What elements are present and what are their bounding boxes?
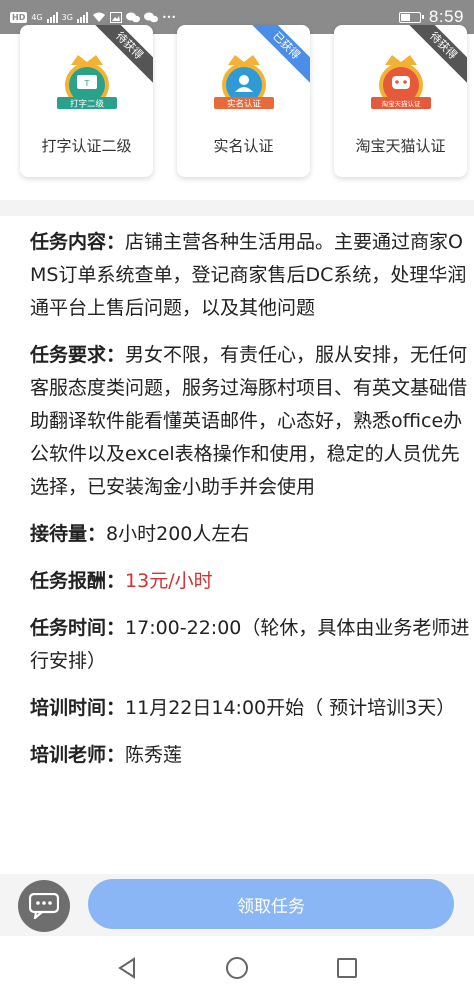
signal-icon-2 xyxy=(76,11,88,23)
image-notification-icon xyxy=(109,11,122,23)
chat-bubble-icon xyxy=(29,893,59,919)
training-time-label: 培训时间： xyxy=(30,697,126,719)
wechat-icon-2 xyxy=(143,12,158,22)
badge-card-taobao[interactable]: 待获得 淘宝天猫认证 淘宝天猫认证 xyxy=(334,25,467,177)
badge-icon-text: 打字二级 xyxy=(69,99,104,110)
realname-badge-icon: 实名认证 xyxy=(213,55,274,110)
network-type-2: 3G xyxy=(61,12,73,22)
hd-indicator: HD xyxy=(10,11,28,23)
badge-name: 实名认证 xyxy=(213,137,274,155)
trainer-value: 陈秀莲 xyxy=(125,744,183,766)
section-divider xyxy=(0,200,474,216)
trainer-label: 培训老师： xyxy=(30,744,126,766)
task-volume-value: 8小时200人左右 xyxy=(106,523,250,545)
badge-name: 打字认证二级 xyxy=(41,137,132,155)
action-bar: 领取任务 xyxy=(0,874,474,936)
chat-button[interactable] xyxy=(18,880,70,932)
recents-square-icon xyxy=(337,958,357,978)
task-content: 任务内容：店铺主营各种生活用品。主要通过商家OMS订单系统查单，登记商家售后DC… xyxy=(30,226,470,325)
system-nav-bar xyxy=(0,936,474,1000)
task-reward-value: 13元/小时 xyxy=(125,570,213,592)
badge-icon-text: 实名认证 xyxy=(226,99,261,110)
network-type-1: 4G xyxy=(31,12,43,22)
battery-icon xyxy=(398,11,424,23)
battery-fill xyxy=(400,13,410,21)
task-requirement-value: 男女不限，有责任心，服从安排，无任何客服态度类问题，服务过海豚村项目、有英文基础… xyxy=(30,344,468,498)
recents-button[interactable] xyxy=(332,953,362,983)
back-button[interactable] xyxy=(112,953,142,983)
badge-name: 淘宝天猫认证 xyxy=(355,137,446,155)
status-left: HD 4G 3G ••• xyxy=(10,11,399,23)
svg-text:T: T xyxy=(83,79,89,88)
typing-badge-icon: T 打字二级 xyxy=(56,55,117,110)
training-time: 培训时间：11月22日14:00开始（ 预计培训3天） xyxy=(30,692,470,725)
task-requirement: 任务要求：男女不限，有责任心，服从安排，无任何客服态度类问题，服务过海豚村项目、… xyxy=(30,339,470,504)
badge-row: 待获得 T 打字二级 打字认证二级 已获得 实名认证 实名认证 待获得 淘宝天猫… xyxy=(0,22,474,200)
task-volume: 接待量：8小时200人左右 xyxy=(30,518,470,551)
back-triangle-icon xyxy=(118,957,135,979)
training-time-value: 11月22日14:00开始（ 预计培训3天） xyxy=(125,697,456,719)
task-time-label: 任务时间： xyxy=(30,617,126,639)
task-content-label: 任务内容： xyxy=(30,231,126,253)
trainer: 培训老师：陈秀莲 xyxy=(30,739,470,772)
wechat-icon xyxy=(125,12,140,22)
signal-icon xyxy=(46,11,58,23)
task-requirement-label: 任务要求： xyxy=(30,344,126,366)
task-time: 任务时间：17:00-22:00（轮休，具体由业务老师进行安排） xyxy=(30,612,470,678)
home-circle-icon xyxy=(226,957,248,979)
task-volume-label: 接待量： xyxy=(30,523,107,545)
taobao-badge-icon: 淘宝天猫认证 xyxy=(370,55,431,109)
badge-card-realname[interactable]: 已获得 实名认证 实名认证 xyxy=(177,25,310,177)
more-notifications-icon: ••• xyxy=(161,12,177,22)
task-reward-label: 任务报酬： xyxy=(30,570,126,592)
wifi-icon xyxy=(92,12,105,22)
claim-task-button[interactable]: 领取任务 xyxy=(88,879,454,929)
home-button[interactable] xyxy=(222,953,252,983)
task-reward: 任务报酬：13元/小时 xyxy=(30,565,470,598)
badge-card-typing[interactable]: 待获得 T 打字二级 打字认证二级 xyxy=(20,25,153,177)
badge-icon-text: 淘宝天猫认证 xyxy=(381,99,421,108)
task-details: 任务内容：店铺主营各种生活用品。主要通过商家OMS订单系统查单，登记商家售后DC… xyxy=(30,226,470,786)
